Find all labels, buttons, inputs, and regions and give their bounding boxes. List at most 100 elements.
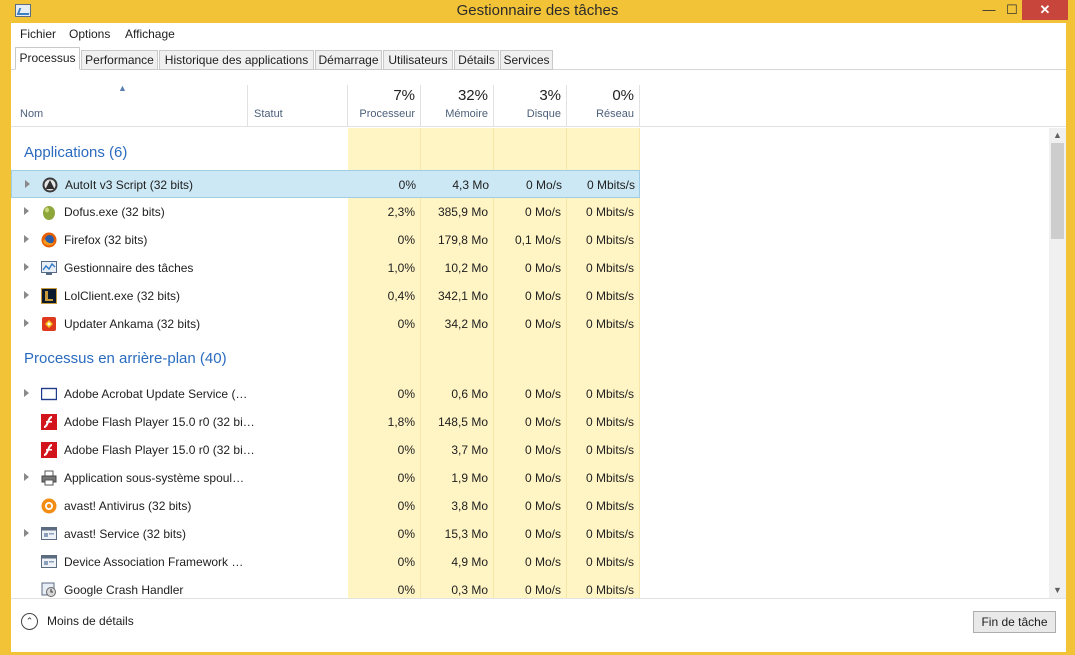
process-row[interactable]: Application sous-système spoul… 0% 1,9 Mo 0… <box>11 464 640 492</box>
cpu-value: 0% <box>397 471 415 485</box>
process-row[interactable]: AutoIt v3 Script (32 bits) 0% 4,3 Mo 0 Mo/s… <box>11 170 640 198</box>
expand-arrow-icon[interactable] <box>24 235 29 243</box>
header-status[interactable]: Statut <box>254 108 283 120</box>
process-row[interactable]: LolClient.exe (32 bits) 0,4% 342,1 Mo 0 Mo/… <box>11 282 640 310</box>
service-icon <box>41 526 57 542</box>
scroll-up-icon[interactable]: ▲ <box>1049 128 1066 143</box>
process-row[interactable]: Gestionnaire des tâches 1,0% 10,2 Mo 0 Mo/s… <box>11 254 640 282</box>
process-row[interactable]: avast! Service (32 bits) 0% 15,3 Mo 0 Mo/s 0… <box>11 520 640 548</box>
tab-processus[interactable]: Processus <box>15 47 80 70</box>
scroll-thumb[interactable] <box>1051 143 1064 239</box>
cpu-value: 0% <box>397 583 415 597</box>
vertical-scrollbar[interactable]: ▲ ▼ <box>1049 128 1066 598</box>
process-row[interactable]: Adobe Acrobat Update Service (… 0% 0,6 Mo 0… <box>11 380 640 408</box>
expand-arrow-icon[interactable] <box>24 529 29 537</box>
process-row[interactable]: avast! Antivirus (32 bits) 0% 3,8 Mo 0 Mo/s… <box>11 492 640 520</box>
header-cpu-pct[interactable]: 7% <box>348 87 415 104</box>
disk-value: 0 Mo/s <box>524 499 561 513</box>
menu-options[interactable]: Options <box>69 27 110 41</box>
process-row[interactable]: Device Association Framework … 0% 4,9 Mo 0 … <box>11 548 640 576</box>
scroll-down-icon[interactable]: ▼ <box>1049 583 1066 598</box>
tab-demarrage[interactable]: Démarrage <box>315 50 382 70</box>
process-name: Adobe Flash Player 15.0 r0 (32 bi… <box>64 443 255 457</box>
tab-bar: Processus Performance Historique des app… <box>11 47 1066 70</box>
tab-historique[interactable]: Historique des applications <box>159 50 314 70</box>
disk-value: 0 Mo/s <box>524 555 561 569</box>
title-bar: Gestionnaire des tâches — ☐ ✕ <box>0 0 1075 22</box>
maximize-button[interactable]: ☐ <box>1002 0 1022 20</box>
process-row[interactable]: Google Crash Handler 0% 0,3 Mo 0 Mo/s 0 Mbit… <box>11 576 640 598</box>
header-disk[interactable]: Disque <box>494 108 561 120</box>
process-row[interactable]: Firefox (32 bits) 0% 179,8 Mo 0,1 Mo/s 0 Mbi… <box>11 226 640 254</box>
printer-icon <box>41 470 57 486</box>
process-name: Application sous-système spoul… <box>64 471 245 485</box>
disk-value: 0 Mo/s <box>525 178 562 192</box>
expand-arrow-icon[interactable] <box>24 291 29 299</box>
flash-icon <box>41 442 57 458</box>
cpu-value: 0% <box>397 527 415 541</box>
memory-value: 342,1 Mo <box>437 289 488 303</box>
header-memory-pct[interactable]: 32% <box>421 87 488 104</box>
cpu-value: 0,4% <box>387 289 415 303</box>
header-network[interactable]: Réseau <box>567 108 634 120</box>
memory-value: 34,2 Mo <box>444 317 488 331</box>
dofus-icon <box>41 204 57 220</box>
expand-arrow-icon[interactable] <box>24 207 29 215</box>
less-details-label: Moins de détails <box>47 614 134 628</box>
header-memory[interactable]: Mémoire <box>421 108 488 120</box>
process-name: LolClient.exe (32 bits) <box>64 289 181 303</box>
process-list: Applications (6) Processus en arrière-pl… <box>11 128 1049 598</box>
memory-value: 148,5 Mo <box>437 415 488 429</box>
memory-value: 3,7 Mo <box>451 443 488 457</box>
group-background[interactable]: Processus en arrière-plan (40) <box>11 338 640 376</box>
process-row[interactable]: Updater Ankama (32 bits) 0% 34,2 Mo 0 Mo/s 0… <box>11 310 640 338</box>
header-name[interactable]: Nom <box>20 108 43 120</box>
expand-arrow-icon[interactable] <box>24 389 29 397</box>
disk-value: 0 Mo/s <box>524 205 561 219</box>
network-value: 0 Mbits/s <box>585 261 634 275</box>
close-button[interactable]: ✕ <box>1022 0 1068 20</box>
group-applications[interactable]: Applications (6) <box>11 132 640 170</box>
memory-value: 15,3 Mo <box>444 527 488 541</box>
tab-details[interactable]: Détails <box>454 50 499 70</box>
tab-services[interactable]: Services <box>500 50 553 70</box>
memory-value: 3,8 Mo <box>451 499 488 513</box>
process-name: Adobe Acrobat Update Service (… <box>64 387 248 401</box>
expand-arrow-icon[interactable] <box>24 473 29 481</box>
process-row[interactable]: Adobe Flash Player 15.0 r0 (32 bi… 0% 3,7 … <box>11 436 640 464</box>
minimize-button[interactable]: — <box>976 0 1002 20</box>
process-name: Updater Ankama (32 bits) <box>64 317 201 331</box>
header-cpu[interactable]: Processeur <box>348 108 415 120</box>
menu-affichage[interactable]: Affichage <box>125 27 175 41</box>
network-value: 0 Mbits/s <box>585 415 634 429</box>
disk-value: 0 Mo/s <box>524 317 561 331</box>
process-name: AutoIt v3 Script (32 bits) <box>65 178 194 192</box>
disk-value: 0 Mo/s <box>524 415 561 429</box>
cpu-value: 0% <box>397 499 415 513</box>
column-divider <box>247 85 248 127</box>
autoit-icon <box>42 177 58 193</box>
cpu-value: 0% <box>398 178 416 192</box>
network-value: 0 Mbits/s <box>586 178 635 192</box>
disk-value: 0 Mo/s <box>524 527 561 541</box>
window-icon <box>40 386 58 402</box>
expand-arrow-icon[interactable] <box>24 319 29 327</box>
memory-value: 385,9 Mo <box>437 205 488 219</box>
end-task-button[interactable]: Fin de tâche <box>973 611 1056 633</box>
process-name: Adobe Flash Player 15.0 r0 (32 bi… <box>64 415 255 429</box>
process-name: Google Crash Handler <box>64 583 184 597</box>
tab-utilisateurs[interactable]: Utilisateurs <box>383 50 453 70</box>
header-disk-pct[interactable]: 3% <box>494 87 561 104</box>
lol-icon <box>41 288 57 304</box>
tab-performance[interactable]: Performance <box>81 50 158 70</box>
expand-arrow-icon[interactable] <box>24 263 29 271</box>
expand-arrow-icon[interactable] <box>25 180 30 188</box>
header-network-pct[interactable]: 0% <box>567 87 634 104</box>
cpu-value: 2,3% <box>387 205 415 219</box>
memory-value: 1,9 Mo <box>451 471 488 485</box>
network-value: 0 Mbits/s <box>585 233 634 247</box>
process-row[interactable]: Dofus.exe (32 bits) 2,3% 385,9 Mo 0 Mo/s 0 M… <box>11 198 640 226</box>
menu-fichier[interactable]: Fichier <box>20 27 56 41</box>
disk-value: 0 Mo/s <box>524 471 561 485</box>
process-row[interactable]: Adobe Flash Player 15.0 r0 (32 bi… 1,8% 14… <box>11 408 640 436</box>
